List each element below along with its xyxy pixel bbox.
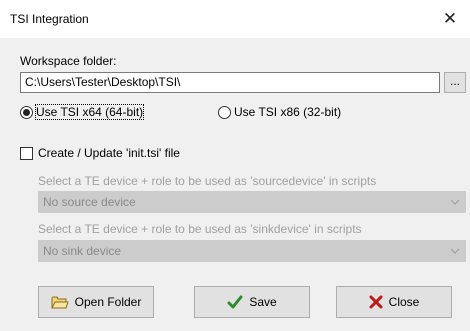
init-file-checkbox[interactable] (20, 147, 33, 160)
radio-x86-label: Use TSI x86 (32-bit) (234, 105, 342, 119)
source-device-dropdown[interactable]: No source device (38, 191, 466, 213)
checkmark-icon (227, 295, 243, 309)
save-button[interactable]: Save (194, 286, 310, 318)
source-device-value: No source device (43, 195, 136, 209)
sink-device-value: No sink device (43, 244, 122, 258)
chevron-down-icon (451, 199, 459, 205)
title-bar: TSI Integration ✕ (0, 0, 470, 38)
folder-icon (50, 296, 69, 309)
workspace-folder-label: Workspace folder: (20, 54, 117, 68)
window-close-icon[interactable]: ✕ (430, 0, 470, 38)
radio-x86[interactable]: Use TSI x86 (32-bit) (218, 105, 341, 119)
chevron-down-icon (451, 248, 459, 254)
open-folder-label: Open Folder (74, 295, 142, 309)
browse-button[interactable]: ... (444, 72, 466, 93)
radio-x64-label: Use TSI x64 (64-bit) (34, 104, 145, 120)
red-x-icon (369, 295, 383, 309)
sink-device-dropdown[interactable]: No sink device (38, 240, 466, 262)
close-label: Close (388, 295, 420, 309)
radio-x64-indicator[interactable] (20, 105, 33, 119)
open-folder-button[interactable]: Open Folder (38, 286, 154, 318)
save-label: Save (249, 295, 277, 309)
source-device-label: Select a TE device + role to be used as … (38, 174, 377, 188)
close-button[interactable]: Close (336, 286, 452, 318)
window-title: TSI Integration (10, 12, 89, 26)
workspace-path-value: C:\Users\Tester\Desktop\TSI\ (25, 75, 181, 89)
radio-x64[interactable]: Use TSI x64 (64-bit) (20, 104, 145, 120)
sink-device-label: Select a TE device + role to be used as … (38, 222, 362, 236)
init-file-label: Create / Update 'init.tsi' file (38, 146, 180, 160)
radio-x86-indicator[interactable] (218, 105, 231, 119)
dialog-body: Workspace folder: C:\Users\Tester\Deskto… (0, 38, 470, 331)
workspace-path-field[interactable]: C:\Users\Tester\Desktop\TSI\ (20, 72, 440, 93)
